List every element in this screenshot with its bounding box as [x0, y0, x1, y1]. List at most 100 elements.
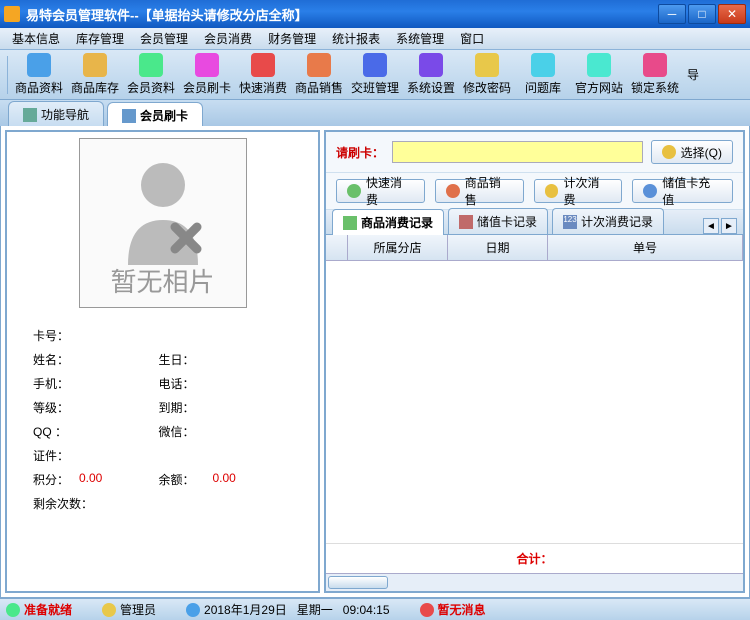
card-input[interactable] — [392, 141, 643, 163]
status-ready: 准备就绪 — [24, 601, 72, 618]
content-area: 暂无相片 卡号： 姓名： 生日： 手机： 电话： 等级： 到期： QQ ： 微信… — [0, 126, 750, 598]
subtab-product-records[interactable]: 商品消费记录 — [332, 209, 444, 235]
tab-swipe[interactable]: 会员刷卡 — [107, 102, 203, 127]
member-icon — [139, 53, 163, 77]
menu-inventory[interactable]: 库存管理 — [68, 27, 132, 50]
tb-website[interactable]: 官方网站 — [571, 52, 627, 98]
lock-icon — [643, 53, 667, 77]
tb-member-info[interactable]: 会员资料 — [123, 52, 179, 98]
tb-export[interactable]: 导 — [683, 52, 703, 98]
btn-count-consume[interactable]: 计次消费 — [534, 179, 623, 203]
search-icon — [662, 145, 676, 159]
btn-quick-consume[interactable]: 快速消费 — [336, 179, 425, 203]
menu-window[interactable]: 窗口 — [452, 27, 492, 50]
subtab-prev[interactable]: ◄ — [703, 218, 719, 234]
card-icon — [195, 53, 219, 77]
grid-header: 所属分店 日期 单号 — [326, 235, 743, 261]
status-time: 09:04:15 — [343, 603, 390, 617]
title-bar: 易特会员管理软件--【单据抬头请修改分店全称】 ─ □ ✕ — [0, 0, 750, 28]
lbl-level: 等级： — [33, 399, 79, 416]
lbl-points: 积分： — [33, 471, 79, 488]
gear-icon — [419, 53, 443, 77]
record-subtabs: 商品消费记录 储值卡记录 123计次消费记录 ◄ ► — [326, 209, 743, 235]
coin-icon — [643, 184, 657, 198]
val-balance: 0.00 — [213, 471, 293, 488]
stock-icon — [83, 53, 107, 77]
subtab-count-records[interactable]: 123计次消费记录 — [552, 208, 664, 234]
subtab-next[interactable]: ► — [721, 218, 737, 234]
tb-swipe-card[interactable]: 会员刷卡 — [179, 52, 235, 98]
person-placeholder-icon — [113, 155, 213, 265]
subtab-stored-value[interactable]: 储值卡记录 — [448, 208, 548, 234]
grid-row-header — [326, 235, 348, 260]
main-toolbar: 商品资料 商品库存 会员资料 会员刷卡 快速消费 商品销售 交班管理 系统设置 … — [0, 50, 750, 100]
page-tabstrip: 功能导航 会员刷卡 — [0, 100, 750, 126]
lbl-wechat: 微信： — [159, 423, 213, 440]
subtab-nav: ◄ ► — [703, 218, 737, 234]
tab-nav[interactable]: 功能导航 — [8, 101, 104, 126]
btn-recharge[interactable]: 储值卡充值 — [632, 179, 733, 203]
select-button[interactable]: 选择(Q) — [651, 140, 733, 164]
lbl-birthday: 生日： — [159, 351, 213, 368]
member-photo: 暂无相片 — [79, 138, 247, 308]
status-admin: 管理员 — [120, 601, 156, 618]
counter-icon — [545, 184, 559, 198]
menu-members[interactable]: 会员管理 — [132, 27, 196, 50]
tb-shift[interactable]: 交班管理 — [347, 52, 403, 98]
menu-system[interactable]: 系统管理 — [388, 27, 452, 50]
chart-icon — [343, 216, 357, 230]
val-cardno — [79, 327, 292, 344]
quick-icon — [251, 53, 275, 77]
scroll-thumb[interactable] — [328, 576, 388, 589]
globe-icon — [587, 53, 611, 77]
tb-faq[interactable]: 问题库 — [515, 52, 571, 98]
menu-basic-info[interactable]: 基本信息 — [4, 27, 68, 50]
status-clock-icon — [186, 603, 200, 617]
consume-panel: 请刷卡： 选择(Q) 快速消费 商品销售 计次消费 储值卡充值 商品消费记录 储… — [324, 130, 745, 593]
status-date: 2018年1月29日 — [204, 601, 287, 618]
menu-finance[interactable]: 财务管理 — [260, 27, 324, 50]
nav-icon — [23, 108, 37, 122]
tb-product-stock[interactable]: 商品库存 — [67, 52, 123, 98]
grid-body[interactable]: 合计： — [326, 261, 743, 573]
lbl-id: 证件： — [33, 447, 79, 464]
action-buttons: 快速消费 商品销售 计次消费 储值卡充值 — [326, 172, 743, 209]
col-branch[interactable]: 所属分店 — [348, 235, 448, 260]
menu-reports[interactable]: 统计报表 — [324, 27, 388, 50]
card-small-icon — [122, 109, 136, 123]
close-button[interactable]: ✕ — [718, 4, 746, 24]
btn-product-sale[interactable]: 商品销售 — [435, 179, 524, 203]
member-info-panel: 暂无相片 卡号： 姓名： 生日： 手机： 电话： 等级： 到期： QQ ： 微信… — [5, 130, 320, 593]
tb-product-sale[interactable]: 商品销售 — [291, 52, 347, 98]
menu-bar: 基本信息 库存管理 会员管理 会员消费 财务管理 统计报表 系统管理 窗口 — [0, 28, 750, 50]
val-points: 0.00 — [79, 471, 159, 488]
status-ready-icon — [6, 603, 20, 617]
status-msg: 暂无消息 — [438, 601, 486, 618]
maximize-button[interactable]: □ — [688, 4, 716, 24]
tb-product-info[interactable]: 商品资料 — [11, 52, 67, 98]
tb-quick-consume[interactable]: 快速消费 — [235, 52, 291, 98]
minimize-button[interactable]: ─ — [658, 4, 686, 24]
product-icon — [27, 53, 51, 77]
grid-total: 合计： — [326, 543, 743, 573]
toolbar-separator — [7, 56, 8, 94]
sale-icon — [307, 53, 331, 77]
menu-consumption[interactable]: 会员消费 — [196, 27, 260, 50]
lbl-remain: 剩余次数： — [33, 495, 103, 512]
tb-lock[interactable]: 锁定系统 — [627, 52, 683, 98]
col-number[interactable]: 单号 — [548, 235, 743, 260]
lbl-expire: 到期： — [159, 399, 213, 416]
status-bar: 准备就绪 管理员 2018年1月29日 星期一 09:04:15 暂无消息 — [0, 598, 750, 620]
status-msg-icon — [420, 603, 434, 617]
swipe-row: 请刷卡： 选择(Q) — [326, 132, 743, 172]
member-fields: 卡号： 姓名： 生日： 手机： 电话： 等级： 到期： QQ ： 微信： 证件：… — [13, 320, 312, 519]
records-grid: 所属分店 日期 单号 合计： — [326, 235, 743, 591]
lbl-name: 姓名： — [33, 351, 79, 368]
app-icon — [4, 6, 20, 22]
lbl-qq: QQ ： — [33, 423, 79, 440]
tb-settings[interactable]: 系统设置 — [403, 52, 459, 98]
tb-password[interactable]: 修改密码 — [459, 52, 515, 98]
lbl-phone: 电话： — [159, 375, 213, 392]
col-date[interactable]: 日期 — [448, 235, 548, 260]
grid-hscroll[interactable] — [326, 573, 743, 591]
